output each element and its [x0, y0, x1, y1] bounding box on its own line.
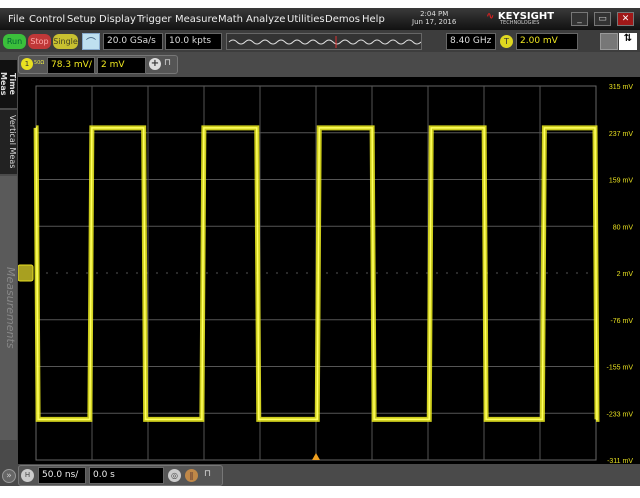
clock-date: Jun 17, 2016	[412, 18, 457, 26]
zoom-icon[interactable]: ◎	[168, 469, 181, 482]
vertical-scale[interactable]: 78.3 mV/	[47, 57, 95, 74]
clock: 2:04 PM Jun 17, 2016	[412, 10, 456, 26]
layout-button[interactable]	[600, 33, 618, 50]
oscilloscope-window: File Control Setup Display Trigger Measu…	[0, 8, 640, 486]
memory-depth[interactable]: 10.0 kpts	[165, 33, 222, 50]
pause-icon[interactable]: ‖	[185, 469, 198, 482]
y-tick-label: 80 mV	[613, 224, 634, 231]
toolbar: Run Stop Single ⌒ 20.0 GSa/s 10.0 kpts 8…	[0, 30, 640, 52]
waveform-chart: -250 ns-200 ns-150 ns-100 ns-50.0 ns0.0 …	[17, 84, 634, 472]
pin-icon[interactable]: ⊓	[164, 58, 171, 68]
menu-file[interactable]: File	[8, 14, 25, 25]
menu-setup[interactable]: Setup	[67, 14, 96, 25]
trigger-badge[interactable]: T	[500, 35, 513, 48]
menu-demos[interactable]: Demos	[325, 14, 360, 25]
horizontal-badge[interactable]: H	[21, 469, 34, 482]
time-scale[interactable]: 50.0 ns/	[38, 467, 86, 484]
sidebar: Time Meas Vertical Meas Measurements	[0, 60, 18, 440]
close-button[interactable]: ✕	[617, 12, 634, 26]
overview-wave-icon	[228, 36, 421, 48]
channel-1-badge[interactable]: 1	[21, 58, 33, 70]
trigger-level[interactable]: 2.00 mV	[516, 33, 578, 50]
menu-help[interactable]: Help	[362, 14, 385, 25]
y-tick-label: 2 mV	[617, 271, 634, 278]
y-tick-label: -155 mV	[607, 365, 634, 372]
y-tick-label: -233 mV	[607, 411, 634, 418]
menu-measure[interactable]: Measure	[175, 14, 218, 25]
acquisition-overview[interactable]	[226, 33, 422, 50]
channel-bar: 1 50Ω 78.3 mV/ 2 mV + ⊓	[0, 52, 640, 76]
sample-rate[interactable]: 20.0 GSa/s	[103, 33, 163, 50]
time-position[interactable]: 0.0 s	[89, 467, 164, 484]
channel-1-trace	[33, 125, 600, 422]
run-button[interactable]: Run	[3, 34, 26, 49]
vertical-offset[interactable]: 2 mV	[97, 57, 146, 74]
waveform-tools-icon[interactable]: ⇅	[619, 33, 637, 50]
bandwidth[interactable]: 8.40 GHz	[446, 33, 496, 50]
minimize-button[interactable]: _	[571, 12, 588, 26]
y-tick-label: 315 mV	[609, 84, 633, 91]
measurements-panel[interactable]: Measurements	[0, 176, 17, 440]
channel-1-ground-marker	[17, 264, 34, 282]
y-tick-label: 237 mV	[609, 131, 633, 138]
y-tick-label: 159 mV	[609, 178, 633, 185]
autoscale-icon[interactable]: ⌒	[82, 33, 100, 50]
single-button[interactable]: Single	[53, 34, 78, 49]
impedance-label: 50Ω	[34, 60, 45, 66]
menu-utilities[interactable]: Utilities	[287, 14, 325, 25]
menu-display[interactable]: Display	[99, 14, 136, 25]
menu-math[interactable]: Math	[218, 14, 243, 25]
stop-button[interactable]: Stop	[28, 34, 51, 49]
restore-button[interactable]: ▭	[594, 12, 611, 26]
menu-bar: File Control Setup Display Trigger Measu…	[0, 8, 640, 30]
waveform-display[interactable]: -250 ns-200 ns-150 ns-100 ns-50.0 ns0.0 …	[17, 77, 640, 472]
tab-vertical-meas[interactable]: Vertical Meas	[0, 110, 17, 174]
timebase-bar: » H 50.0 ns/ 0.0 s ◎ ‖ ⊓	[0, 464, 640, 486]
keysight-logo: ∿ KEYSIGHT TECHNOLOGIES	[486, 11, 554, 26]
expand-icon[interactable]: »	[2, 469, 16, 483]
menu-control[interactable]: Control	[29, 14, 65, 25]
logo-wave-icon: ∿	[486, 11, 495, 22]
menu-analyze[interactable]: Analyze	[246, 14, 285, 25]
clock-time: 2:04 PM	[420, 10, 449, 18]
tab-time-meas[interactable]: Time Meas	[0, 60, 17, 108]
y-tick-label: -76 mV	[610, 318, 633, 325]
add-channel-icon[interactable]: +	[149, 58, 161, 70]
trigger-position-marker	[312, 453, 320, 460]
pin-icon[interactable]: ⊓	[204, 469, 211, 479]
menu-trigger[interactable]: Trigger	[137, 14, 172, 25]
